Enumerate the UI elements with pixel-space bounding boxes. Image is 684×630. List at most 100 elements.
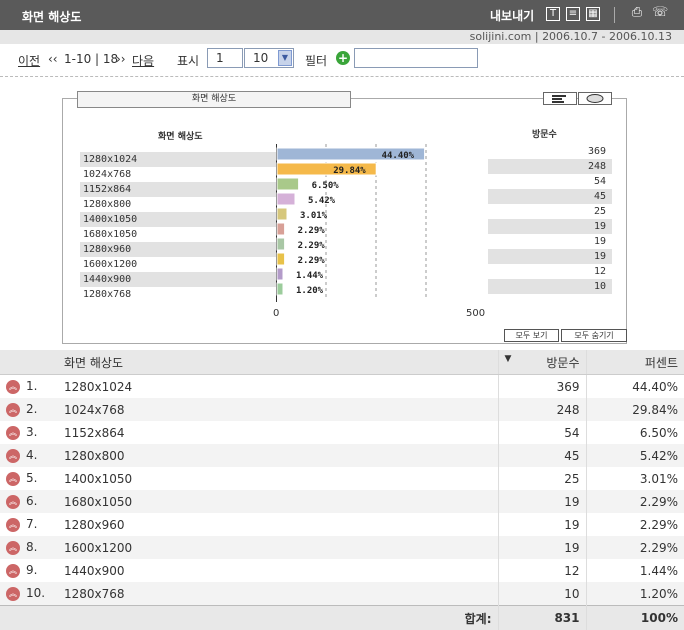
row-visits: 45 <box>498 444 586 467</box>
export-label: 내보내기 <box>490 7 534 24</box>
value-label: 54 <box>488 174 612 189</box>
bar <box>277 208 287 220</box>
site-name: solijini.com <box>470 30 532 43</box>
date-separator: | <box>535 30 539 43</box>
rows-per-page-select[interactable]: 10 ▼ <box>244 48 294 68</box>
row-visits: 19 <box>498 536 586 559</box>
row-percent: 6.50% <box>586 421 684 444</box>
table-row[interactable]: ︽2.1024x76824829.84% <box>0 398 684 421</box>
add-filter-icon[interactable]: + <box>336 51 350 65</box>
xml-export-icon[interactable]: ≡ <box>566 7 580 21</box>
row-name: 1280x768 <box>58 582 498 606</box>
row-percent: 2.29% <box>586 490 684 513</box>
row-percent: 44.40% <box>586 375 684 399</box>
total-row: 합계: 831 100% <box>0 606 684 630</box>
pie-chart-toggle[interactable] <box>578 92 612 105</box>
filter-label: 필터 <box>305 52 327 69</box>
row-rank: 8. <box>26 540 37 554</box>
expand-up-icon[interactable]: ︽ <box>6 403 20 417</box>
expand-up-icon[interactable]: ︽ <box>6 426 20 440</box>
value-label: 19 <box>488 249 612 264</box>
expand-up-icon[interactable]: ︽ <box>6 495 20 509</box>
bar-chart-toggle[interactable] <box>543 92 577 105</box>
expand-up-icon[interactable]: ︽ <box>6 587 20 601</box>
value-label: 25 <box>488 204 612 219</box>
row-rank: 5. <box>26 471 37 485</box>
table-body: ︽1.1280x102436944.40%︽2.1024x76824829.84… <box>0 375 684 606</box>
row-rank: 9. <box>26 563 37 577</box>
row-percent: 29.84% <box>586 398 684 421</box>
table-row[interactable]: ︽8.1600x1200192.29% <box>0 536 684 559</box>
col-visits-header[interactable]: ▼ 방문수 <box>498 350 586 375</box>
filter-input[interactable] <box>354 48 478 68</box>
next-link[interactable]: 다음 <box>132 52 154 69</box>
expand-up-icon[interactable]: ︽ <box>6 518 20 532</box>
table-row[interactable]: ︽5.1400x1050253.01% <box>0 467 684 490</box>
table-row[interactable]: ︽4.1280x800455.42% <box>0 444 684 467</box>
bar <box>277 223 285 235</box>
row-percent: 1.20% <box>586 582 684 606</box>
data-label: 44.40% <box>382 151 415 161</box>
bar <box>277 283 283 295</box>
show-all-button[interactable]: 모두 보기 <box>504 329 559 342</box>
print-icon[interactable]: ⎙ <box>630 7 644 21</box>
row-visits: 248 <box>498 398 586 421</box>
table-row[interactable]: ︽6.1680x1050192.29% <box>0 490 684 513</box>
row-visits: 10 <box>498 582 586 606</box>
category-label: 1152x864 <box>80 182 276 197</box>
row-visits: 369 <box>498 375 586 399</box>
chart-category-header: 화면 해상도 <box>158 129 203 142</box>
row-rank: 4. <box>26 448 37 462</box>
date-range: 2006.10.7 - 2006.10.13 <box>542 30 672 43</box>
col-percent-header[interactable]: 퍼센트 <box>586 350 684 375</box>
value-label: 10 <box>488 279 612 294</box>
total-percent: 100% <box>586 606 684 630</box>
expand-up-icon[interactable]: ︽ <box>6 564 20 578</box>
table-row[interactable]: ︽1.1280x102436944.40% <box>0 375 684 399</box>
category-label: 1680x1050 <box>80 227 276 242</box>
row-name: 1152x864 <box>58 421 498 444</box>
category-label: 1280x960 <box>80 242 276 257</box>
row-percent: 3.01% <box>586 467 684 490</box>
expand-up-icon[interactable]: ︽ <box>6 541 20 555</box>
pagination-bar: 이전 ‹‹ 1-10 | 18 ›› 다음 표시 1 10 ▼ 필터 + <box>0 44 684 76</box>
next-arrow: ›› <box>116 52 126 66</box>
table-row[interactable]: ︽7.1280x960192.29% <box>0 513 684 536</box>
row-visits: 12 <box>498 559 586 582</box>
value-label: 45 <box>488 189 612 204</box>
row-name: 1440x900 <box>58 559 498 582</box>
category-label: 1600x1200 <box>80 257 276 272</box>
x-tick-500: 500 <box>466 308 485 319</box>
table-row[interactable]: ︽9.1440x900121.44% <box>0 559 684 582</box>
prev-link[interactable]: 이전 <box>18 52 40 69</box>
hide-all-button[interactable]: 모두 숨기기 <box>561 329 627 342</box>
x-tick-0: 0 <box>273 308 279 319</box>
divider <box>0 76 684 77</box>
page-title: 화면 해상도 <box>22 8 81 25</box>
prev-arrow: ‹‹ <box>48 52 58 66</box>
chart-value-header: 방문수 <box>532 127 557 140</box>
excel-export-icon[interactable]: ▦ <box>586 7 600 21</box>
page-info: 1-10 | 18 <box>64 52 118 66</box>
rows-per-page-value: 10 <box>253 51 268 65</box>
table-row[interactable]: ︽10.1280x768101.20% <box>0 582 684 606</box>
start-row-input[interactable]: 1 <box>207 48 243 68</box>
col-name-header[interactable]: 화면 해상도 <box>58 350 498 375</box>
mobile-icon[interactable]: ☏ <box>652 7 666 21</box>
bar-chart-icon <box>544 93 576 104</box>
text-export-icon[interactable]: T <box>546 7 560 21</box>
toolbar-divider <box>614 7 615 23</box>
row-visits: 25 <box>498 467 586 490</box>
table-row[interactable]: ︽3.1152x864546.50% <box>0 421 684 444</box>
row-name: 1600x1200 <box>58 536 498 559</box>
chevron-down-icon[interactable]: ▼ <box>278 50 292 66</box>
expand-up-icon[interactable]: ︽ <box>6 380 20 394</box>
title-bar: 화면 해상도 내보내기 T ≡ ▦ ⎙ ☏ <box>0 0 684 30</box>
expand-up-icon[interactable]: ︽ <box>6 472 20 486</box>
row-rank: 3. <box>26 425 37 439</box>
pie-chart-icon <box>579 93 611 104</box>
expand-up-icon[interactable]: ︽ <box>6 449 20 463</box>
data-label: 3.01% <box>300 211 328 221</box>
total-visits: 831 <box>498 606 586 630</box>
value-label: 248 <box>488 159 612 174</box>
